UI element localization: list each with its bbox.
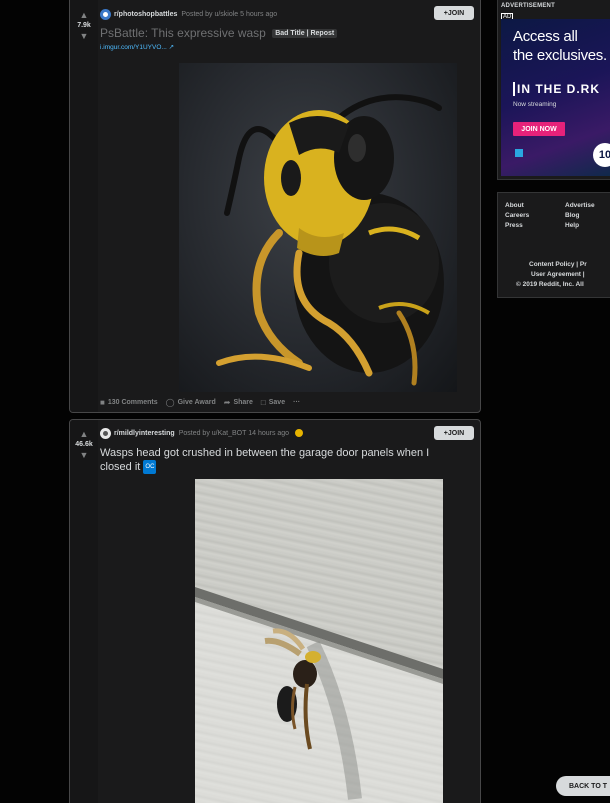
share-label: Share <box>233 398 253 406</box>
wasp-photo <box>216 94 444 386</box>
post-card[interactable]: ▲ 7.9k ▼ r/photoshopbattles Posted by u/… <box>69 0 481 413</box>
footer-content-policy[interactable]: Content Policy | Pr <box>529 260 587 270</box>
post-content: r/mildlyinteresting Posted by u/Kat_BOT … <box>100 420 480 803</box>
bookmark-icon: □ <box>260 397 266 407</box>
comment-icon: ■ <box>100 397 105 407</box>
post-title-text: PsBattle: This expressive wasp <box>100 26 266 40</box>
post-content: r/photoshopbattles Posted by u/skiole 5 … <box>100 0 480 412</box>
footer-link-press[interactable]: Press <box>505 221 529 231</box>
post-score: 7.9k <box>77 22 91 29</box>
upvote-icon[interactable]: ▲ <box>80 429 89 439</box>
oc-flair[interactable]: OC <box>143 460 157 475</box>
posted-by: Posted by u/Kat_BOT 14 hours ago <box>178 429 290 437</box>
footer-link-help[interactable]: Help <box>565 221 595 231</box>
more-options-button[interactable]: ··· <box>293 399 300 406</box>
downvote-icon[interactable]: ▼ <box>80 31 89 41</box>
post-image[interactable] <box>195 479 443 803</box>
subreddit-icon[interactable] <box>100 8 111 20</box>
post-flair[interactable]: Bad Title | Repost <box>272 29 338 39</box>
subreddit-icon[interactable] <box>100 427 111 439</box>
post-title[interactable]: PsBattle: This expressive wasp Bad Title… <box>100 26 338 40</box>
sidebar-footer: About Careers Press Advertise Blog Help … <box>497 192 610 298</box>
vote-column: ▲ 46.6k ▼ <box>70 420 98 803</box>
award-medal-icon <box>295 429 304 437</box>
post-title-line-1: Wasps head got crushed in between the ga… <box>100 447 430 459</box>
footer-links-col-2: Advertise Blog Help <box>565 201 595 231</box>
comments-button[interactable]: ■ 130 Comments <box>100 398 158 407</box>
award-label: Give Award <box>177 398 216 406</box>
post-title-line-2-text: closed it <box>100 461 141 473</box>
ad-network-logo: 10 <box>593 143 610 167</box>
ad-join-button[interactable]: JOIN NOW <box>513 122 565 136</box>
external-link-icon: ↗ <box>168 44 175 51</box>
advertisement-label: ADVERTISEMENT <box>501 3 555 9</box>
post-meta: r/mildlyinteresting Posted by u/Kat_BOT … <box>100 426 304 440</box>
subreddit-link[interactable]: r/photoshopbattles <box>114 11 177 18</box>
post-actions: ■ 130 Comments ◯ Give Award ➦ Share □ Sa… <box>100 395 308 409</box>
footer-user-agreement[interactable]: User Agreement | <box>529 270 587 280</box>
save-label: Save <box>268 398 286 406</box>
footer-copyright: © 2019 Reddit, Inc. All <box>516 281 584 288</box>
ad-brand: IN THE D.RK <box>513 82 600 96</box>
ad-headline-line-1: Access all <box>513 28 578 45</box>
ad-headline: Access all the exclusives. <box>513 27 607 65</box>
advertisement-panel: ADVERTISEMENT AD Access all the exclusiv… <box>497 0 610 180</box>
ad-small-logo-icon <box>515 149 523 157</box>
external-link-text: i.imgur.com/Y1UYVO... <box>100 44 167 51</box>
join-button[interactable]: +JOIN <box>434 426 474 440</box>
subreddit-link[interactable]: r/mildlyinteresting <box>114 430 175 437</box>
footer-link-blog[interactable]: Blog <box>565 211 595 221</box>
post-title[interactable]: Wasps head got crushed in between the ga… <box>100 446 430 475</box>
external-link[interactable]: i.imgur.com/Y1UYVO... ↗ <box>100 43 174 51</box>
save-button[interactable]: □ Save <box>261 398 285 407</box>
post-image[interactable] <box>179 63 457 392</box>
footer-link-about[interactable]: About <box>505 201 529 211</box>
ad-subtext: Now streaming <box>513 101 557 108</box>
vote-column: ▲ 7.9k ▼ <box>70 0 98 412</box>
upvote-icon[interactable]: ▲ <box>80 10 89 20</box>
post-title-line-2: closed it OC <box>100 460 429 475</box>
post-meta: r/photoshopbattles Posted by u/skiole 5 … <box>100 7 277 21</box>
ad-headline-line-2: the exclusives. <box>513 47 607 64</box>
footer-legal: Content Policy | Pr User Agreement | © 2… <box>516 260 587 290</box>
footer-links-col-1: About Careers Press <box>505 201 529 231</box>
give-award-button[interactable]: ◯ Give Award <box>166 398 216 407</box>
share-icon: ➦ <box>223 397 231 407</box>
post-card[interactable]: ▲ 46.6k ▼ r/mildlyinteresting Posted by … <box>69 419 481 803</box>
comments-label: 130 Comments <box>107 398 158 406</box>
share-button[interactable]: ➦ Share <box>224 398 253 407</box>
footer-link-advertise[interactable]: Advertise <box>565 201 595 211</box>
posted-by: Posted by u/skiole 5 hours ago <box>181 10 278 18</box>
back-to-top-button[interactable]: BACK TO T <box>556 776 610 796</box>
award-icon: ◯ <box>165 397 175 407</box>
downvote-icon[interactable]: ▼ <box>80 450 89 460</box>
join-button[interactable]: +JOIN <box>434 6 474 20</box>
post-score: 46.6k <box>75 441 93 448</box>
footer-link-careers[interactable]: Careers <box>505 211 529 221</box>
garage-door-photo <box>195 479 443 803</box>
ad-banner[interactable]: Access all the exclusives. IN THE D.RK N… <box>501 19 610 176</box>
